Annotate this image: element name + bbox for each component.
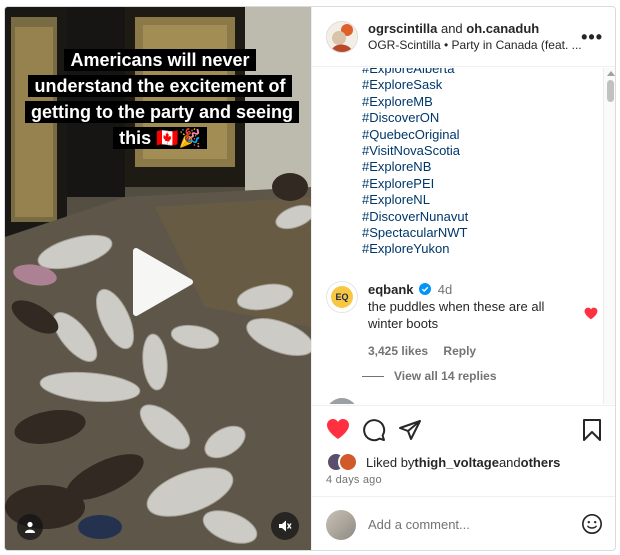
liked-by-user[interactable]: thigh_voltage xyxy=(414,455,499,470)
mute-button[interactable] xyxy=(271,512,299,540)
commenter-avatar[interactable]: EQ xyxy=(326,281,358,313)
author-username-1[interactable]: ogrscintilla xyxy=(368,21,437,36)
scroll-up-arrow-icon[interactable] xyxy=(607,71,615,76)
reply-button[interactable]: Reply xyxy=(443,344,476,358)
author-line: ogrscintilla and oh.canaduh xyxy=(368,20,588,37)
comment-like-heart-icon[interactable] xyxy=(584,307,598,320)
comment-item: jeshuabarker 4d xyxy=(326,398,467,404)
share-paper-plane-icon[interactable] xyxy=(398,418,422,442)
post-modal: Americans will never understand the exci… xyxy=(4,6,616,551)
tagged-users-button[interactable] xyxy=(17,514,43,540)
liked-by-others[interactable]: others xyxy=(521,455,561,470)
comment-bubble-icon[interactable] xyxy=(362,418,386,442)
video-player[interactable]: Americans will never understand the exci… xyxy=(5,7,311,550)
add-comment-input[interactable] xyxy=(368,517,568,532)
bookmark-icon[interactable] xyxy=(582,418,602,442)
post-header: ogrscintilla and oh.canaduh OGR-Scintill… xyxy=(312,7,615,67)
audio-subtitle[interactable]: OGR-Scintilla • Party in Canada (feat. .… xyxy=(368,37,583,53)
commenter-avatar[interactable] xyxy=(326,398,358,404)
hashtag-link[interactable]: #ExploreYukon xyxy=(362,241,468,257)
more-options-button[interactable]: ••• xyxy=(581,27,603,48)
person-icon xyxy=(25,521,35,533)
liked-by-summary: Liked by thigh_voltage and others xyxy=(326,452,560,472)
emoji-icon[interactable] xyxy=(581,513,603,535)
hashtag-link[interactable]: #DiscoverNunavut xyxy=(362,209,468,225)
liker-avatars[interactable] xyxy=(326,452,360,472)
comment-likes-count[interactable]: 3,425 likes xyxy=(368,344,428,358)
caption-hashtags: #ExploreAlberta #ExploreSask #ExploreMB … xyxy=(362,68,468,258)
liked-by-joiner: and xyxy=(498,454,521,470)
like-heart-icon[interactable] xyxy=(326,418,350,440)
hashtag-link[interactable]: #QuebecOriginal xyxy=(362,127,468,143)
comments-scrollbar[interactable] xyxy=(603,68,615,404)
liker-avatar xyxy=(338,452,358,472)
scroll-thumb[interactable] xyxy=(607,80,614,102)
commenter-username[interactable]: eqbank xyxy=(368,282,414,297)
view-replies-label: View all 14 replies xyxy=(394,369,497,383)
comment-time[interactable]: 4d xyxy=(438,282,452,297)
current-user-avatar xyxy=(326,509,356,540)
author-avatar[interactable] xyxy=(326,20,358,53)
hashtag-link[interactable]: #SpectacularNWT xyxy=(362,225,468,241)
comments-section: #ExploreAlberta #ExploreSask #ExploreMB … xyxy=(312,68,615,404)
hashtag-link[interactable]: #ExploreNB xyxy=(362,159,468,175)
hashtag-link[interactable]: #DiscoverON xyxy=(362,110,468,126)
view-replies-button[interactable]: View all 14 replies xyxy=(362,369,497,383)
hashtag-link[interactable]: #ExploreNL xyxy=(362,192,468,208)
replies-divider xyxy=(362,375,384,377)
post-actions: Liked by thigh_voltage and others 4 days… xyxy=(312,405,615,495)
hashtag-link[interactable]: #ExploreMB xyxy=(362,94,468,110)
hashtag-link[interactable]: #ExploreSask xyxy=(362,77,468,93)
author-avatar-image xyxy=(327,21,357,52)
video-overlay-caption: Americans will never understand the exci… xyxy=(25,47,300,151)
add-comment-bar xyxy=(312,496,615,550)
liked-by-prefix: Liked by xyxy=(366,454,415,470)
hashtag-link[interactable]: #ExploreAlberta xyxy=(362,68,468,77)
eq-logo: EQ xyxy=(331,286,353,308)
post-timestamp[interactable]: 4 days ago xyxy=(326,474,382,486)
video-overlay-caption-text: Americans will never understand the exci… xyxy=(25,49,300,149)
comment-text: the puddles when these are all winter bo… xyxy=(368,299,545,331)
post-details-panel: ogrscintilla and oh.canaduh OGR-Scintill… xyxy=(311,7,615,550)
hashtag-link[interactable]: #VisitNovaScotia xyxy=(362,143,468,159)
verified-badge-icon xyxy=(419,283,432,295)
hashtag-link[interactable]: #ExplorePEI xyxy=(362,176,468,192)
play-icon[interactable] xyxy=(132,247,194,317)
speaker-muted-icon xyxy=(279,520,292,532)
author-joiner: and xyxy=(437,21,467,36)
author-username-2[interactable]: oh.canaduh xyxy=(466,21,539,36)
